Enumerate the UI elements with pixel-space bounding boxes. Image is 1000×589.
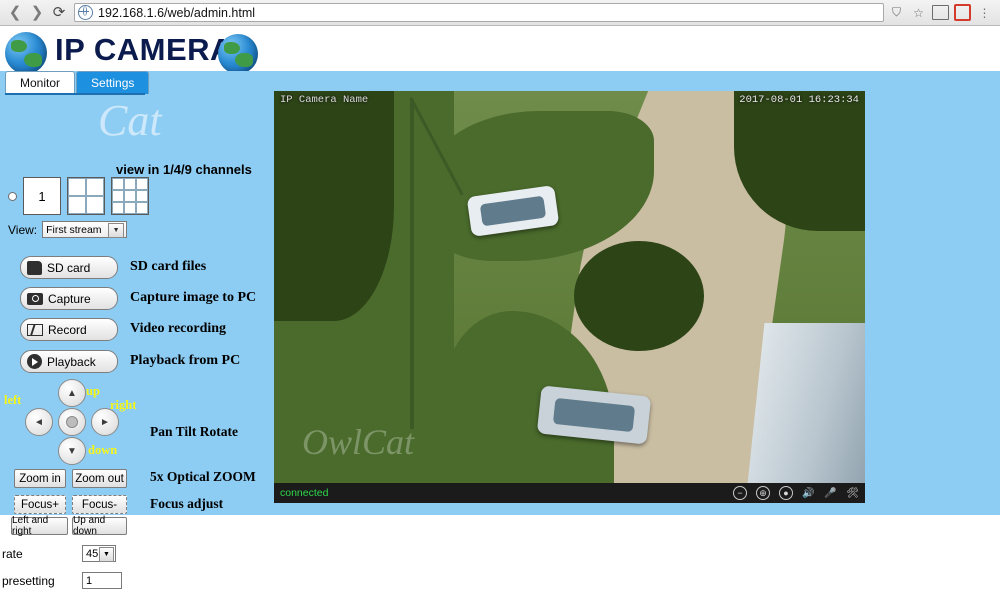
channel-selector: 1 <box>8 177 149 215</box>
page-header: IP CAMERA <box>0 26 1000 74</box>
presetting-input[interactable]: 1 <box>82 572 122 589</box>
watermark-text: Cat <box>98 96 162 145</box>
playback-label: Playback <box>47 354 96 369</box>
left-right-button[interactable]: Left and right <box>11 515 68 537</box>
up-down-button[interactable]: Up and down <box>72 515 127 537</box>
forward-arrow-icon[interactable]: ❯ <box>26 3 48 23</box>
annotation-playback: Playback from PC <box>130 353 241 368</box>
video-controls: − ⊕ ● 🔊 🎤 🛠 <box>733 486 859 500</box>
zoom-reset-icon[interactable]: ⊕ <box>756 486 770 500</box>
annotation-up: up <box>86 384 100 398</box>
playback-button[interactable]: Playback <box>20 350 118 373</box>
star-icon[interactable]: ☆ <box>910 4 927 21</box>
rate-label: rate <box>2 547 23 561</box>
presetting-label: presetting <box>2 574 55 588</box>
annotation-ptz: Pan Tilt Rotate <box>150 424 239 439</box>
play-icon <box>27 354 42 369</box>
annotation-right: right <box>110 398 137 412</box>
video-timestamp: 2017-08-01 16:23:34 <box>739 94 859 106</box>
tab-bar: Monitor Settings <box>5 71 150 94</box>
tab-underline <box>5 93 145 95</box>
rate-select[interactable]: 45 ▼ <box>82 545 116 562</box>
app-body: Cat Monitor Settings view in 1/4/9 chann… <box>0 71 1000 589</box>
annotation-capture: Capture image to PC <box>130 290 257 305</box>
site-globe-icon <box>78 5 93 20</box>
single-channel-button[interactable]: 1 <box>23 177 61 215</box>
bookmark-icon[interactable]: ⛉ <box>888 4 905 21</box>
video-car-top-glass <box>480 195 546 227</box>
ptz-left-button[interactable]: ◄ <box>25 408 53 436</box>
quad-channel-button[interactable] <box>67 177 105 215</box>
ptz-home-button[interactable] <box>58 408 86 436</box>
view-label: View: <box>8 222 38 237</box>
capture-label: Capture <box>48 291 91 306</box>
chevron-down-icon[interactable]: ▼ <box>108 223 125 238</box>
annotation-sd-card: SD card files <box>130 259 207 274</box>
record-label: Record <box>48 322 87 337</box>
tab-settings[interactable]: Settings <box>76 71 150 94</box>
control-panel: Cat Monitor Settings view in 1/4/9 chann… <box>0 71 272 537</box>
zoom-out-icon[interactable]: − <box>733 486 747 500</box>
annotation-zoom: 5x Optical ZOOM <box>150 469 256 484</box>
video-frame: IP Camera Name 2017-08-01 16:23:34 OwlCa… <box>274 91 865 503</box>
annotation-record: Video recording <box>130 321 227 336</box>
tab-monitor[interactable]: Monitor <box>5 71 76 94</box>
video-car-bottom-glass <box>553 397 635 433</box>
page-title: IP CAMERA <box>55 32 233 67</box>
settings-tool-icon[interactable]: 🛠 <box>846 487 859 500</box>
url-text: 192.168.1.6/web/admin.html <box>98 5 256 20</box>
sd-card-label: SD card <box>47 260 91 275</box>
connection-status: connected <box>280 487 329 499</box>
zoom-in-button[interactable]: Zoom in <box>14 469 66 488</box>
capture-button[interactable]: Capture <box>20 287 118 310</box>
video-title: IP Camera Name <box>280 94 369 106</box>
grid-icon[interactable] <box>932 4 949 21</box>
back-arrow-icon[interactable]: ❮ <box>4 3 26 23</box>
stream-select[interactable]: First stream ▼ <box>42 221 128 238</box>
sd-card-button[interactable]: SD card <box>20 256 118 279</box>
address-bar[interactable]: 192.168.1.6/web/admin.html <box>74 3 884 22</box>
record-dot-icon[interactable]: ● <box>779 486 793 500</box>
globe-logo-right-icon <box>218 34 258 74</box>
annotation-focus: Focus adjust <box>150 496 224 511</box>
globe-logo-left-icon <box>5 32 47 74</box>
video-player[interactable]: IP Camera Name 2017-08-01 16:23:34 OwlCa… <box>274 91 865 503</box>
stream-select-value: First stream <box>46 223 102 236</box>
menu-icon[interactable]: ⋮ <box>976 4 993 21</box>
focus-minus-button[interactable]: Focus- <box>72 495 127 514</box>
ptz-up-button[interactable]: ▲ <box>58 379 86 407</box>
video-fence-post <box>410 99 414 429</box>
view-stream-row: View: First stream ▼ <box>8 221 128 238</box>
ptz-down-button[interactable]: ▼ <box>58 437 86 465</box>
video-watermark: OwlCat <box>302 422 415 462</box>
zoom-out-button[interactable]: Zoom out <box>72 469 127 488</box>
channel-radio-icon[interactable] <box>8 191 17 201</box>
right-background <box>865 71 1000 515</box>
reload-icon[interactable]: ⟳ <box>48 3 70 23</box>
rate-value: 45 <box>86 547 99 560</box>
video-trees-left <box>274 91 394 321</box>
annotation-channels: view in 1/4/9 channels <box>116 162 252 177</box>
annotation-down: down <box>88 443 118 457</box>
chevron-down-icon[interactable]: ▼ <box>99 547 114 562</box>
record-icon <box>27 323 43 336</box>
extension-icon[interactable] <box>954 4 971 21</box>
video-building <box>745 323 865 503</box>
volume-icon[interactable]: 🔊 <box>802 487 815 500</box>
camera-icon <box>27 292 43 305</box>
record-button[interactable]: Record <box>20 318 118 341</box>
annotation-left: left <box>4 393 22 407</box>
nine-channel-button[interactable] <box>111 177 149 215</box>
focus-plus-button[interactable]: Focus+ <box>14 495 66 514</box>
video-status-bar: connected − ⊕ ● 🔊 🎤 🛠 <box>274 483 865 503</box>
browser-toolbar: ❮ ❯ ⟳ 192.168.1.6/web/admin.html ⛉ ☆ ⋮ <box>0 0 1000 26</box>
presetting-value: 1 <box>86 574 93 587</box>
mute-mic-icon[interactable]: 🎤 <box>824 487 837 500</box>
video-bush-mid <box>574 241 704 351</box>
sd-card-icon <box>27 260 42 275</box>
toolbar-icons: ⛉ ☆ ⋮ <box>888 4 996 21</box>
